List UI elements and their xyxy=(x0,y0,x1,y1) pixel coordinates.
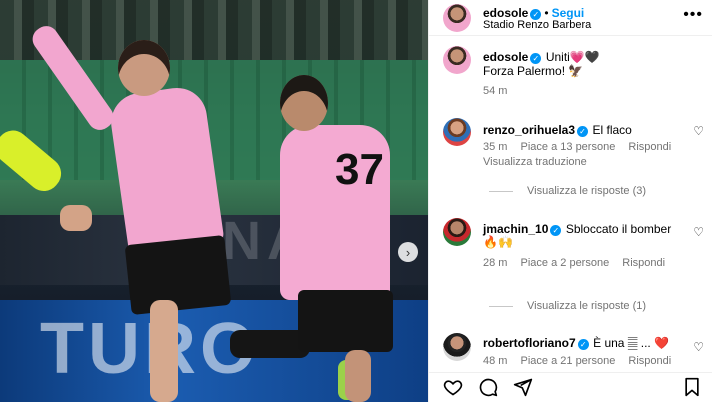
comment-likes[interactable]: Piace a 2 persone xyxy=(521,257,610,269)
caption-timestamp[interactable]: 54 m xyxy=(483,85,507,97)
comment-row: robertofloriano7 ✓ È una 𝄛 ... ❤️ xyxy=(483,334,669,352)
comment-icon[interactable] xyxy=(478,377,498,402)
location-link[interactable]: Stadio Renzo Barbera xyxy=(483,19,591,31)
teammate-leg xyxy=(345,350,371,402)
referee-hand xyxy=(60,205,92,231)
replies-divider xyxy=(489,305,513,307)
more-icon[interactable]: ••• xyxy=(683,6,703,24)
caption-text: Uniti💗🖤 xyxy=(545,50,600,64)
comment-text: È una 𝄛 ... ❤️ xyxy=(593,336,670,350)
view-replies[interactable]: Visualizza le risposte (1) xyxy=(489,300,646,312)
player-celebrating-head xyxy=(118,40,170,96)
comment-username[interactable]: robertofloriano7 xyxy=(483,336,576,350)
chevron-right-icon[interactable]: › xyxy=(398,242,418,262)
comment-heart-icon[interactable]: ♡ xyxy=(693,225,704,239)
comment-likes[interactable]: Piace a 13 persone xyxy=(521,141,616,153)
translate-link[interactable]: Visualizza traduzione xyxy=(483,156,587,168)
verified-badge-icon: ✓ xyxy=(577,339,589,350)
comment-time[interactable]: 35 m xyxy=(483,141,507,153)
caption-username[interactable]: edosole xyxy=(483,50,528,64)
comment-text: El flaco xyxy=(592,123,632,137)
post-header: edosole ✓ • Segui Stadio Renzo Barbera ••• xyxy=(429,0,712,36)
teammate-head xyxy=(280,75,328,131)
follow-button[interactable]: Segui xyxy=(552,6,585,20)
view-replies[interactable]: Visualizza le risposte (3) xyxy=(489,185,646,197)
comment-time[interactable]: 48 m xyxy=(483,355,507,367)
post-side-panel: edosole ✓ • Segui Stadio Renzo Barbera ••• … xyxy=(428,0,712,402)
view-replies-label[interactable]: Visualizza le risposte (1) xyxy=(527,300,646,312)
comment-heart-icon[interactable]: ♡ xyxy=(693,124,704,138)
replies-divider xyxy=(489,190,513,192)
reply-button[interactable]: Rispondi xyxy=(628,141,671,153)
comment-time[interactable]: 28 m xyxy=(483,257,507,269)
teammate-shorts xyxy=(298,290,393,352)
comment-meta: 28 m Piace a 2 persone Rispondi xyxy=(483,257,665,269)
caption-avatar[interactable] xyxy=(443,46,471,74)
author-username[interactable]: edosole xyxy=(483,6,528,20)
action-bar xyxy=(429,372,712,402)
verified-badge-icon: ✓ xyxy=(577,126,589,137)
share-icon[interactable] xyxy=(513,377,533,402)
post-photo[interactable]: SNAI TURO 37 › xyxy=(0,0,428,402)
comment-username[interactable]: renzo_orihuela3 xyxy=(483,123,575,137)
comment-username[interactable]: jmachin_10 xyxy=(483,222,548,236)
separator-dot: • xyxy=(544,6,549,20)
caption-text-line2: Forza Palermo! 🦅 xyxy=(483,64,584,78)
view-replies-label[interactable]: Visualizza le risposte (3) xyxy=(527,185,646,197)
bookmark-icon[interactable] xyxy=(683,377,701,402)
author-avatar[interactable] xyxy=(443,4,471,32)
comment-text: Sbloccato il bomber xyxy=(565,222,672,236)
comment-avatar[interactable] xyxy=(443,118,471,146)
reply-button[interactable]: Rispondi xyxy=(628,355,671,367)
reply-button[interactable]: Rispondi xyxy=(622,257,665,269)
comment-likes[interactable]: Piace a 21 persone xyxy=(521,355,616,367)
verified-badge-icon: ✓ xyxy=(530,53,542,64)
comment-avatar[interactable] xyxy=(443,333,471,361)
comment-meta: 48 m Piace a 21 persone Rispondi xyxy=(483,355,671,367)
comment-text-line2: 🔥🙌 xyxy=(483,235,513,249)
player-celebrating-leg xyxy=(150,300,178,402)
comment-row: renzo_orihuela3 ✓ El flaco xyxy=(483,121,632,139)
comment-heart-icon[interactable]: ♡ xyxy=(693,340,704,354)
comment-meta: 35 m Piace a 13 persone Rispondi xyxy=(483,141,671,153)
heart-icon[interactable] xyxy=(443,377,463,402)
teammate-number: 37 xyxy=(335,145,384,194)
verified-badge-icon: ✓ xyxy=(550,225,562,236)
comment-avatar[interactable] xyxy=(443,218,471,246)
player-celebrating-shorts xyxy=(124,234,232,316)
